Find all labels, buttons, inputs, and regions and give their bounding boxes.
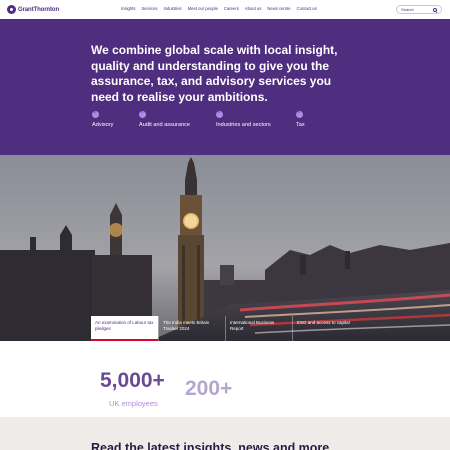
arrow-circle-icon: [92, 110, 99, 118]
tab-esg-access-to-capital[interactable]: ESG and access to capital: [292, 316, 359, 341]
search-box[interactable]: [396, 5, 442, 14]
hero-title: We combine global scale with local insig…: [91, 43, 338, 104]
big-ben-illustration: [0, 155, 450, 341]
grant-thornton-logo[interactable]: GrantThornton: [7, 5, 59, 14]
search-icon[interactable]: [433, 8, 437, 12]
main-nav: Insights Services Industries Meet our pe…: [121, 6, 317, 11]
insights-section: Read the latest insights, news and more: [0, 417, 450, 450]
tab-international-business-report[interactable]: International Business Report: [225, 316, 292, 341]
feature-tabs: An examination of Labour tax pledges The…: [91, 316, 359, 341]
nav-industries[interactable]: Industries: [164, 6, 182, 11]
service-label: Industries and sectors: [216, 122, 271, 128]
service-label: Advisory: [92, 122, 114, 128]
service-audit-and-assurance[interactable]: Audit and assurance: [139, 110, 190, 128]
stat-employees-label: UK employees: [109, 399, 158, 408]
hero-banner: We combine global scale with local insig…: [0, 19, 450, 155]
service-label: Audit and assurance: [139, 122, 190, 128]
nav-insights[interactable]: Insights: [121, 6, 135, 11]
nav-services[interactable]: Services: [141, 6, 157, 11]
logo-text: GrantThornton: [18, 6, 60, 13]
nav-news-centre[interactable]: News centre: [267, 6, 290, 11]
stat-secondary-value: 200+: [185, 377, 233, 400]
service-tax[interactable]: Tax: [296, 110, 305, 128]
service-label: Tax: [296, 122, 305, 128]
search-input[interactable]: [401, 7, 431, 12]
tab-india-meets-britain[interactable]: The India meets Britain Tracker 2024: [158, 316, 225, 341]
tab-labour-tax-pledges[interactable]: An examination of Labour tax pledges: [91, 316, 158, 341]
nav-careers[interactable]: Careers: [224, 6, 239, 11]
service-industries-and-sectors[interactable]: Industries and sectors: [216, 110, 271, 128]
service-advisory[interactable]: Advisory: [92, 110, 114, 128]
logo-mark-icon: [7, 5, 16, 14]
nav-meet-our-people[interactable]: Meet our people: [188, 6, 218, 11]
insights-title: Read the latest insights, news and more: [91, 441, 330, 450]
london-skyline-photo: [0, 155, 450, 341]
site-header: GrantThornton Insights Services Industri…: [0, 0, 450, 19]
arrow-circle-icon: [139, 110, 146, 118]
nav-about-us[interactable]: About us: [245, 6, 262, 11]
stats-section: 5,000+ UK employees 200+: [0, 341, 450, 417]
arrow-circle-icon: [216, 110, 223, 118]
stat-employees-value: 5,000+: [100, 369, 165, 392]
arrow-circle-icon: [296, 110, 303, 118]
nav-contact-us[interactable]: Contact us: [297, 6, 317, 11]
